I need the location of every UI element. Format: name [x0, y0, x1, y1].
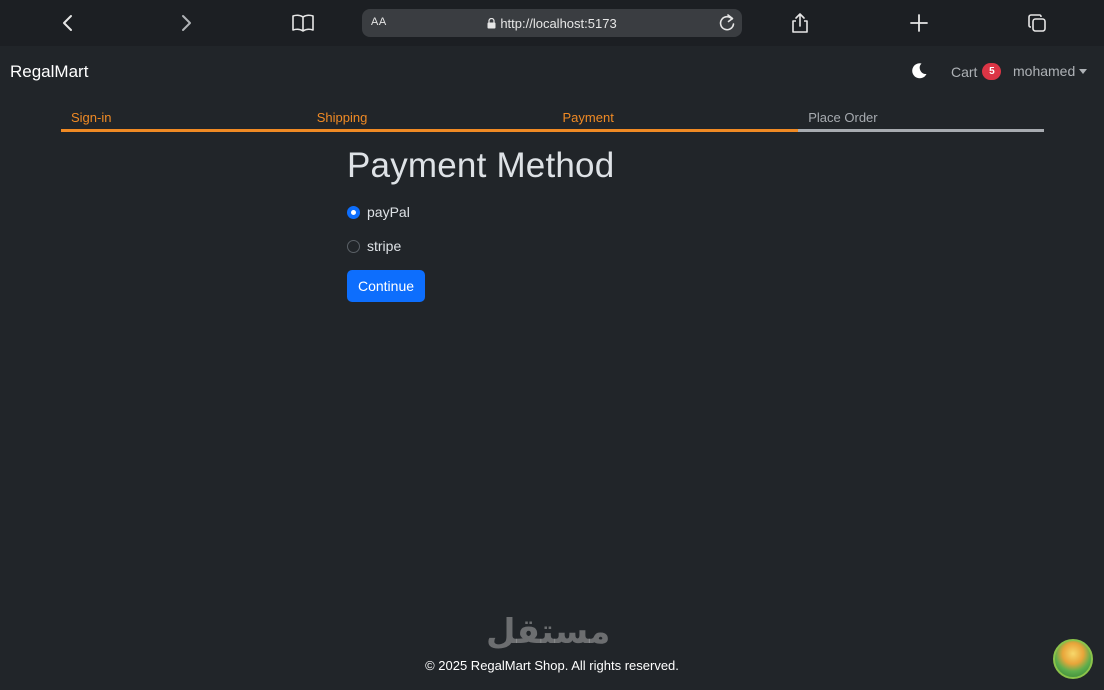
- stripe-label: stripe: [367, 238, 402, 254]
- payment-option-stripe[interactable]: stripe: [347, 238, 401, 254]
- cart-label: Cart: [951, 63, 978, 80]
- reload-icon[interactable]: [718, 13, 736, 38]
- cart-link[interactable]: Cart 5: [951, 63, 1002, 80]
- new-tab-icon[interactable]: [904, 8, 934, 38]
- browser-toolbar: AA http://localhost:5173: [0, 0, 1104, 46]
- chevron-down-icon: [1079, 69, 1088, 74]
- continue-button[interactable]: Continue: [347, 270, 425, 302]
- share-icon[interactable]: [785, 8, 815, 38]
- checkout-steps: Sign-in Shipping Payment Place Order: [61, 110, 1044, 132]
- back-icon[interactable]: [53, 8, 83, 38]
- bookmarks-icon[interactable]: [288, 8, 318, 38]
- payment-option-paypal[interactable]: payPal: [347, 204, 410, 220]
- step-sign-in[interactable]: Sign-in: [61, 110, 307, 132]
- url-text: http://localhost:5173: [500, 15, 617, 31]
- brand-logo[interactable]: RegalMart: [10, 62, 88, 82]
- stripe-radio[interactable]: [347, 239, 360, 253]
- lock-icon: [487, 17, 496, 28]
- paypal-label: payPal: [367, 204, 410, 220]
- step-payment: Payment: [552, 110, 799, 132]
- address-bar[interactable]: AA http://localhost:5173: [362, 9, 742, 37]
- user-menu-toggle[interactable]: mohamed: [1013, 63, 1088, 79]
- moon-icon[interactable]: [910, 62, 928, 85]
- tabs-overview-icon[interactable]: [1022, 8, 1052, 38]
- floating-avatar-icon[interactable]: [1053, 639, 1093, 679]
- paypal-radio[interactable]: [347, 205, 360, 219]
- forward-icon[interactable]: [171, 8, 201, 38]
- step-place-order: Place Order: [798, 110, 1044, 132]
- step-shipping[interactable]: Shipping: [306, 110, 553, 132]
- app-navbar: RegalMart Cart 5 mohamed: [0, 46, 1104, 98]
- cart-count-badge: 5: [982, 63, 1002, 80]
- watermark-logo: مستقل: [486, 612, 611, 652]
- user-name: mohamed: [1013, 63, 1076, 79]
- page-title: Payment Method: [347, 146, 615, 185]
- footer-copyright: © 2025 RegalMart Shop. All rights reserv…: [425, 658, 679, 673]
